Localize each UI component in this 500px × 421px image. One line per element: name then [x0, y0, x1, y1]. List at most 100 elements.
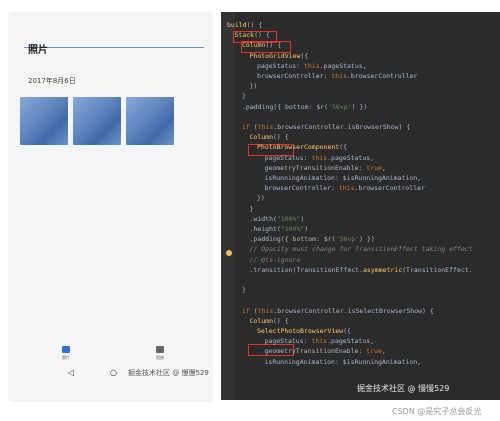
code-token: build: [227, 21, 247, 29]
code-token: }: [242, 92, 246, 101]
code-token: ): [304, 225, 309, 233]
back-nav-button[interactable]: ◁: [68, 368, 74, 377]
code-token: ,: [381, 347, 386, 356]
lightbulb-icon[interactable]: [226, 250, 232, 256]
code-line: pageStatus: this.pageStatus,: [265, 153, 375, 163]
code-watermark: 掘金技术社区 @ 慢慢529: [357, 384, 450, 393]
code-line: Column() {: [250, 132, 289, 142]
code-token: browserController:: [264, 184, 339, 193]
code-token: PhotoGridView: [249, 51, 301, 60]
code-line: }: [242, 285, 246, 295]
code-token: ({: [300, 51, 309, 60]
code-token: "100%": [280, 225, 305, 233]
phone-screen: [8, 12, 213, 402]
code-token: true: [366, 163, 382, 172]
code-line: pageStatus: this.pageStatus,: [265, 336, 375, 346]
code-line: pageStatus: this.pageStatus,: [257, 61, 367, 71]
code-token: true: [366, 347, 382, 356]
code-token: .browserController.isSelectBrowserShow) …: [273, 306, 434, 315]
code-line: .transition(TransitionEffect.asymmetric(…: [250, 265, 473, 275]
code-token: }): [249, 82, 258, 91]
code-token: .browserController.isBrowserShow) {: [273, 123, 411, 131]
tab-label: 图片: [62, 355, 70, 360]
photo-thumbnail[interactable]: [126, 97, 174, 145]
code-token: this: [257, 306, 274, 315]
code-token: ({: [343, 327, 351, 335]
code-line: .height("100%"): [250, 224, 309, 234]
code-line: SelectPhotoBrowserView({: [257, 326, 351, 336]
code-token: ): [300, 214, 305, 223]
code-token: '56vp': [335, 235, 360, 244]
code-token: SelectPhotoBrowserView: [257, 327, 344, 335]
code-line: }: [250, 204, 254, 214]
code-token: Column: [242, 41, 266, 50]
code-line: geometryTransitionEnable: true,: [265, 346, 386, 356]
code-line: Column() {: [242, 40, 281, 50]
code-token: .transition(TransitionEffect.: [249, 265, 364, 274]
code-line: .padding({ bottom: $r('56vp') }): [250, 234, 375, 244]
code-line: isRunningAnimation: $isRunningAnimation,: [265, 173, 422, 183]
code-token: if: [242, 306, 250, 315]
photo-icon: [62, 346, 70, 353]
code-token: ,: [381, 163, 386, 172]
code-token: if: [242, 123, 250, 131]
code-token: .height(: [249, 225, 281, 233]
photo-thumbnail[interactable]: [20, 97, 68, 145]
home-nav-button[interactable]: ○: [110, 368, 117, 377]
code-line: build() {: [227, 20, 262, 30]
code-token: browserController:: [257, 72, 332, 80]
code-token: () {: [272, 133, 289, 142]
code-token: .padding({ bottom: $r(: [242, 102, 329, 111]
header-divider: [24, 47, 204, 48]
code-token: }: [242, 286, 246, 295]
code-token: this: [338, 184, 355, 193]
code-token: isRunningAnimation: $isRunningAnimation,: [264, 174, 422, 182]
code-token: // @ts-ignore: [249, 255, 301, 264]
code-token: .pageStatus,: [327, 153, 375, 162]
photo-thumbnail[interactable]: [73, 97, 121, 145]
code-token: .browserController: [354, 184, 425, 193]
code-token: '56vp': [328, 102, 352, 111]
code-token: pageStatus:: [257, 61, 304, 70]
phone-watermark: 掘金技术社区 @ 慢慢529: [128, 369, 209, 377]
code-token: // Opacity must change for TransitionEff…: [249, 245, 473, 254]
code-line: .width("100%"): [250, 214, 305, 224]
code-token: () {: [265, 41, 282, 50]
code-token: geometryTransitionEnable:: [264, 163, 367, 172]
code-line: // Opacity must change for TransitionEff…: [250, 244, 473, 254]
code-token: pageStatus:: [264, 337, 312, 346]
tab-label: 相册: [156, 355, 164, 360]
code-line: }): [257, 193, 265, 203]
code-line: }): [250, 81, 258, 91]
code-editor[interactable]: 掘金技术社区 @ 慢慢529 build() {Stack() {Column(…: [221, 12, 500, 400]
code-line: Column() {: [250, 316, 289, 326]
code-token: (: [249, 306, 258, 315]
code-line: }: [242, 91, 246, 101]
code-token: Column: [249, 133, 273, 142]
code-line: // @ts-ignore: [250, 255, 301, 265]
code-token: ) }): [351, 102, 368, 111]
code-token: this: [303, 61, 320, 70]
code-line: PhotoBrowserComponent({: [257, 142, 347, 152]
code-token: ) }): [359, 235, 375, 244]
code-token: }: [249, 204, 254, 213]
code-line: .padding({ bottom: $r('56vp') }): [242, 102, 367, 112]
line-gutter: [221, 12, 235, 400]
code-token: this: [331, 72, 348, 80]
code-token: .width(: [249, 214, 277, 223]
code-token: (TransitionEffect.: [402, 265, 473, 274]
code-token: (: [249, 123, 258, 131]
tab-albums[interactable]: 相册: [150, 346, 170, 361]
code-token: pageStatus:: [264, 153, 312, 162]
code-token: }): [257, 194, 265, 203]
code-line: browserController: this.browserControlle…: [265, 183, 425, 193]
code-token: "100%": [276, 214, 301, 223]
tab-photos[interactable]: 图片: [56, 346, 76, 361]
footer-watermark: CSDN @是究子总会反光: [392, 407, 482, 416]
date-header: 2017年8月6日: [28, 77, 76, 85]
code-line: geometryTransitionEnable: true,: [265, 163, 386, 173]
code-token: () {: [254, 31, 270, 40]
code-token: .pageStatus,: [319, 61, 367, 70]
code-token: this: [311, 337, 328, 346]
code-token: Column: [249, 316, 273, 325]
